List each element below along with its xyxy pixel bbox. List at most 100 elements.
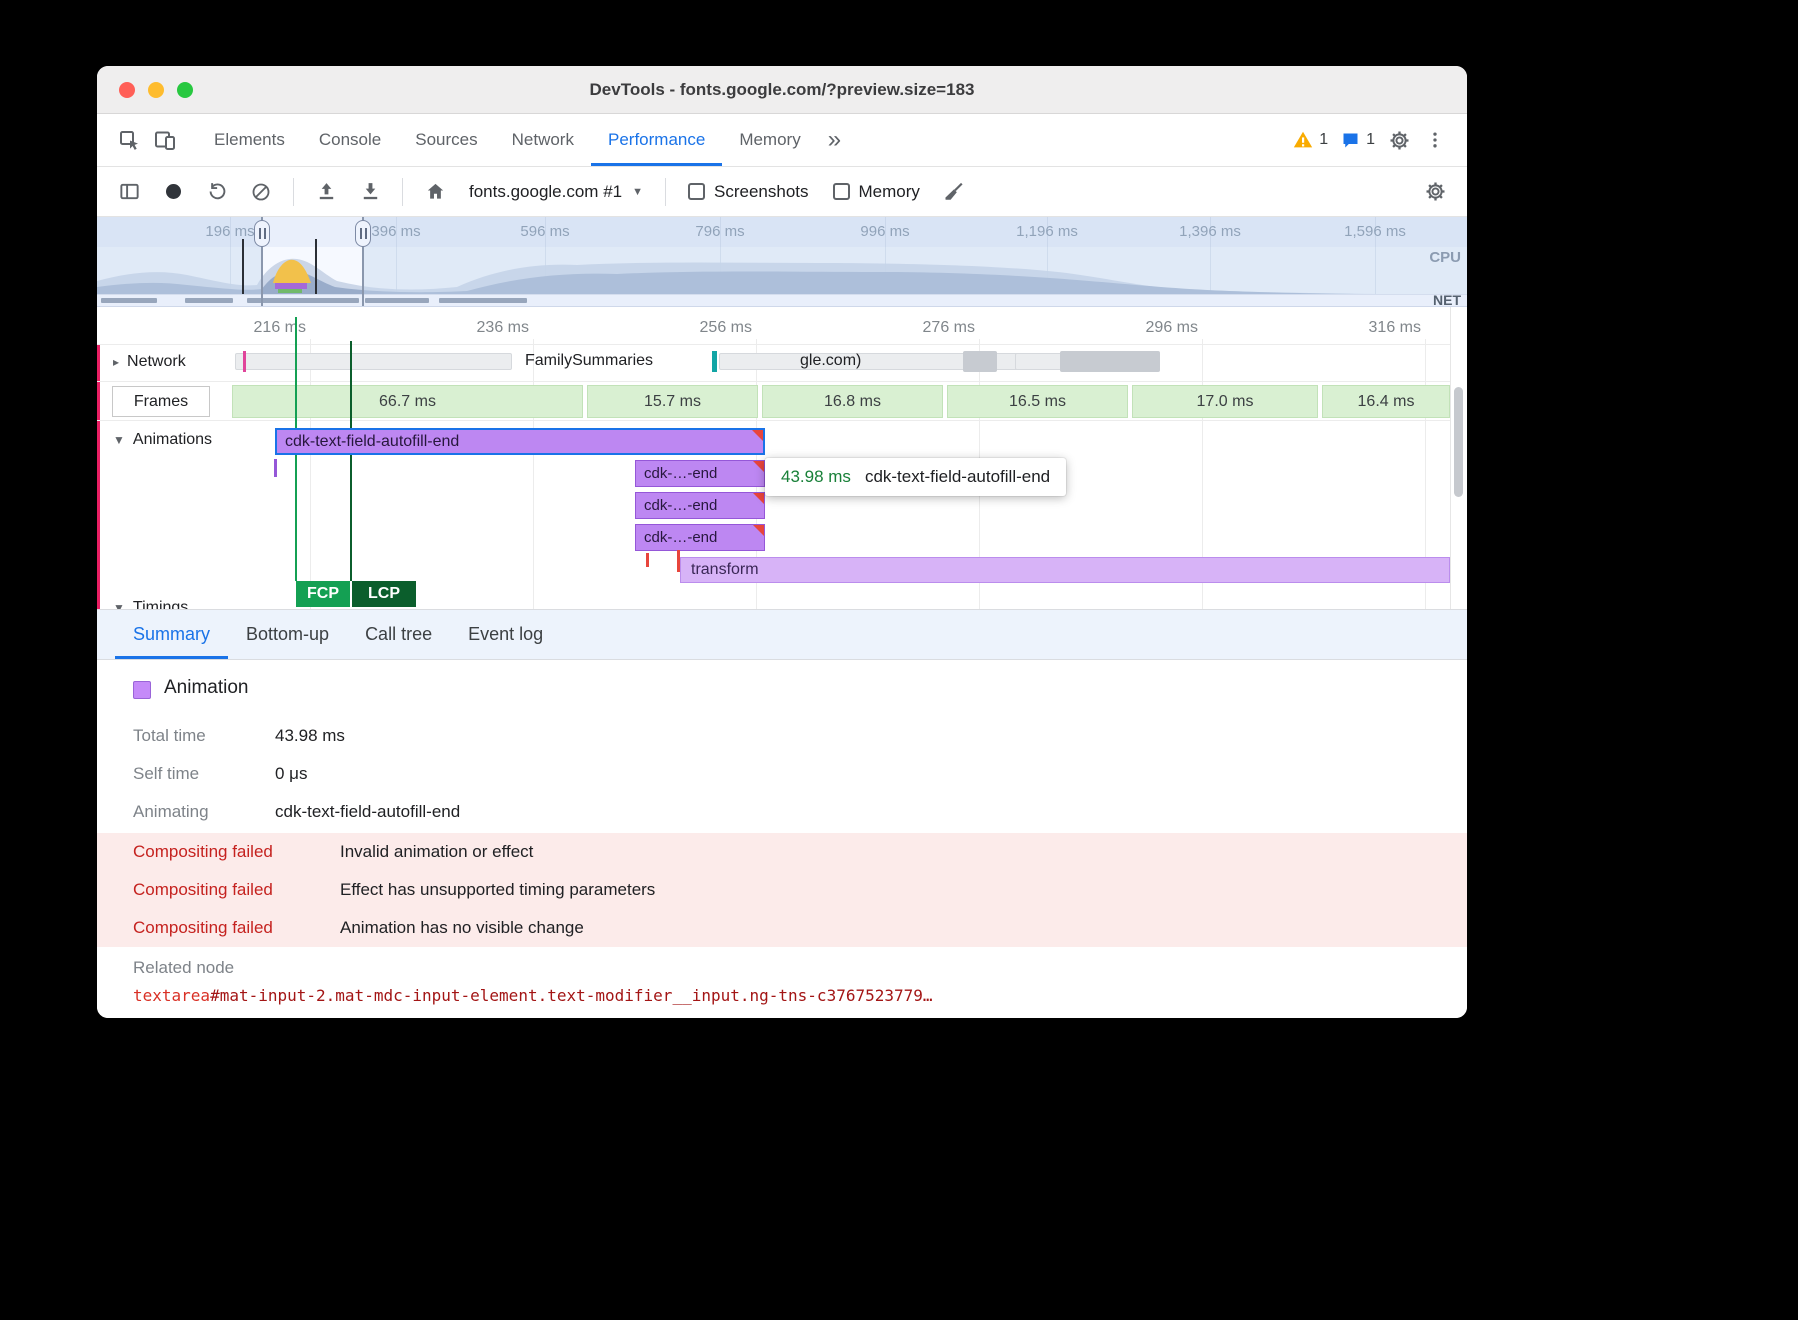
frame-duration: 16.8 ms [824, 393, 881, 411]
ruler-tick-label: 296 ms [1108, 319, 1198, 337]
frame-duration: 66.7 ms [379, 393, 436, 411]
network-request-bar[interactable] [719, 353, 1059, 370]
screenshots-checkbox-label: Screenshots [714, 182, 809, 202]
animating-label: Animating [133, 802, 209, 822]
timeline-overview[interactable]: 196 ms 396 ms 596 ms 796 ms 996 ms 1,196… [97, 217, 1467, 307]
collect-garbage-broom-icon[interactable] [936, 174, 972, 210]
clear-recording-icon[interactable] [243, 174, 279, 210]
fcp-badge[interactable]: FCP [296, 581, 350, 607]
screenshots-checkbox[interactable] [688, 183, 705, 200]
frame-cell[interactable]: 66.7 ms [232, 385, 583, 418]
vertical-scrollbar-thumb[interactable] [1454, 387, 1463, 497]
transform-animation-bar[interactable]: transform [680, 557, 1450, 583]
network-track-label: Network [127, 353, 186, 371]
tab-event-log[interactable]: Event log [450, 610, 561, 659]
tab-memory-label: Memory [739, 130, 800, 150]
animation-bar-label: cdk-…-end [644, 529, 717, 546]
compositing-failed-message: Animation has no visible change [340, 918, 584, 938]
tab-call-tree[interactable]: Call tree [347, 610, 450, 659]
close-window-button[interactable] [119, 82, 135, 98]
ruler-tick-label: 276 ms [885, 319, 975, 337]
compositing-failed-label: Compositing failed [133, 880, 273, 900]
tab-network[interactable]: Network [495, 114, 591, 166]
frame-cell[interactable]: 16.5 ms [947, 385, 1128, 418]
reload-and-record-icon[interactable] [199, 174, 235, 210]
kebab-menu-icon[interactable] [1417, 122, 1453, 158]
tab-console[interactable]: Console [302, 114, 398, 166]
compositing-failed-message: Invalid animation or effect [340, 842, 533, 862]
animating-value: cdk-text-field-autofill-end [275, 802, 460, 822]
tab-summary[interactable]: Summary [115, 610, 228, 659]
related-node-link[interactable]: textarea#mat-input-2.mat-mdc-input-eleme… [133, 986, 933, 1005]
compositing-warning-row: Compositing failed Effect has unsupporte… [97, 871, 1467, 909]
save-profile-icon[interactable] [352, 174, 388, 210]
animation-event-bar[interactable]: cdk-…-end [635, 524, 765, 551]
zoom-window-button[interactable] [177, 82, 193, 98]
capture-settings-gear-icon[interactable] [1417, 174, 1453, 210]
home-icon[interactable] [417, 174, 453, 210]
detail-pane-tabs: Summary Bottom-up Call tree Event log [97, 610, 1467, 660]
device-toolbar-icon[interactable] [147, 122, 183, 158]
network-request-block[interactable] [963, 351, 997, 372]
toggle-sidebar-icon[interactable] [111, 174, 147, 210]
toolbar-separator [665, 178, 666, 206]
warning-corner-icon [753, 461, 764, 472]
profile-select[interactable]: fonts.google.com #1 ▼ [461, 182, 651, 202]
tab-sources[interactable]: Sources [398, 114, 494, 166]
memory-checkbox[interactable] [833, 183, 850, 200]
track-divider [97, 344, 1450, 345]
chevron-down-icon: ▼ [632, 186, 643, 198]
transform-bar-label: transform [691, 561, 759, 579]
tab-elements[interactable]: Elements [197, 114, 302, 166]
selected-track-edge [97, 345, 100, 609]
performance-toolbar: fonts.google.com #1 ▼ Screenshots Memory [97, 167, 1467, 217]
frame-cell[interactable]: 17.0 ms [1132, 385, 1318, 418]
network-request-block[interactable] [1060, 351, 1160, 372]
selection-handle-left[interactable] [261, 217, 263, 306]
warning-corner-icon [752, 430, 763, 441]
load-profile-icon[interactable] [308, 174, 344, 210]
selection-handle-left-grip-icon[interactable] [254, 220, 270, 247]
chevron-down-icon: ▼ [113, 433, 125, 447]
record-button[interactable] [155, 174, 191, 210]
timings-track-label: Timings [133, 599, 188, 610]
tab-performance[interactable]: Performance [591, 114, 722, 166]
network-marker-tick [243, 351, 246, 372]
selection-handle-right[interactable] [362, 217, 364, 306]
event-tooltip: 43.98 ms cdk-text-field-autofill-end [765, 458, 1066, 496]
animation-event-bar-selected[interactable]: cdk-text-field-autofill-end [275, 428, 765, 455]
timeline-tracks[interactable]: 216 ms 236 ms 256 ms 276 ms 296 ms 316 m… [97, 307, 1467, 610]
issues-indicator[interactable]: 1 [1334, 122, 1381, 158]
network-request-label[interactable]: gle.com) [800, 352, 861, 370]
network-track-expander[interactable]: ▸ Network [113, 353, 186, 371]
network-request-label[interactable]: FamilySummaries [525, 352, 653, 370]
warnings-indicator[interactable]: 1 [1286, 122, 1334, 158]
animation-event-bar[interactable]: cdk-…-end [635, 460, 765, 487]
frames-track-label[interactable]: Frames [112, 386, 210, 417]
issues-message-icon [1340, 130, 1361, 151]
frame-cell[interactable]: 16.4 ms [1322, 385, 1450, 418]
tab-network-label: Network [512, 130, 574, 150]
tab-bottom-up[interactable]: Bottom-up [228, 610, 347, 659]
network-request-bar[interactable] [235, 353, 512, 370]
animation-event-bar[interactable]: cdk-…-end [635, 492, 765, 519]
minimize-window-button[interactable] [148, 82, 164, 98]
animations-track-expander[interactable]: ▼ Animations [113, 431, 212, 449]
screenshots-checkbox-group: Screenshots [680, 182, 817, 202]
timings-track-expander[interactable]: ▼ Timings [113, 599, 188, 610]
ruler-tick-label: 316 ms [1331, 319, 1421, 337]
devtools-settings-gear-icon[interactable] [1381, 122, 1417, 158]
frame-duration: 16.5 ms [1009, 393, 1066, 411]
frame-cell[interactable]: 16.8 ms [762, 385, 943, 418]
selection-handle-right-grip-icon[interactable] [355, 220, 371, 247]
warning-corner-icon [753, 525, 764, 536]
lcp-badge[interactable]: LCP [352, 581, 416, 607]
tab-memory[interactable]: Memory [722, 114, 817, 166]
total-time-label: Total time [133, 726, 206, 746]
net-label: NET [1433, 292, 1461, 307]
traffic-lights [97, 82, 193, 98]
inspect-element-icon[interactable] [111, 122, 147, 158]
compositing-failed-label: Compositing failed [133, 842, 273, 862]
frame-cell[interactable]: 15.7 ms [587, 385, 758, 418]
more-tabs-icon[interactable]: » [818, 128, 851, 152]
